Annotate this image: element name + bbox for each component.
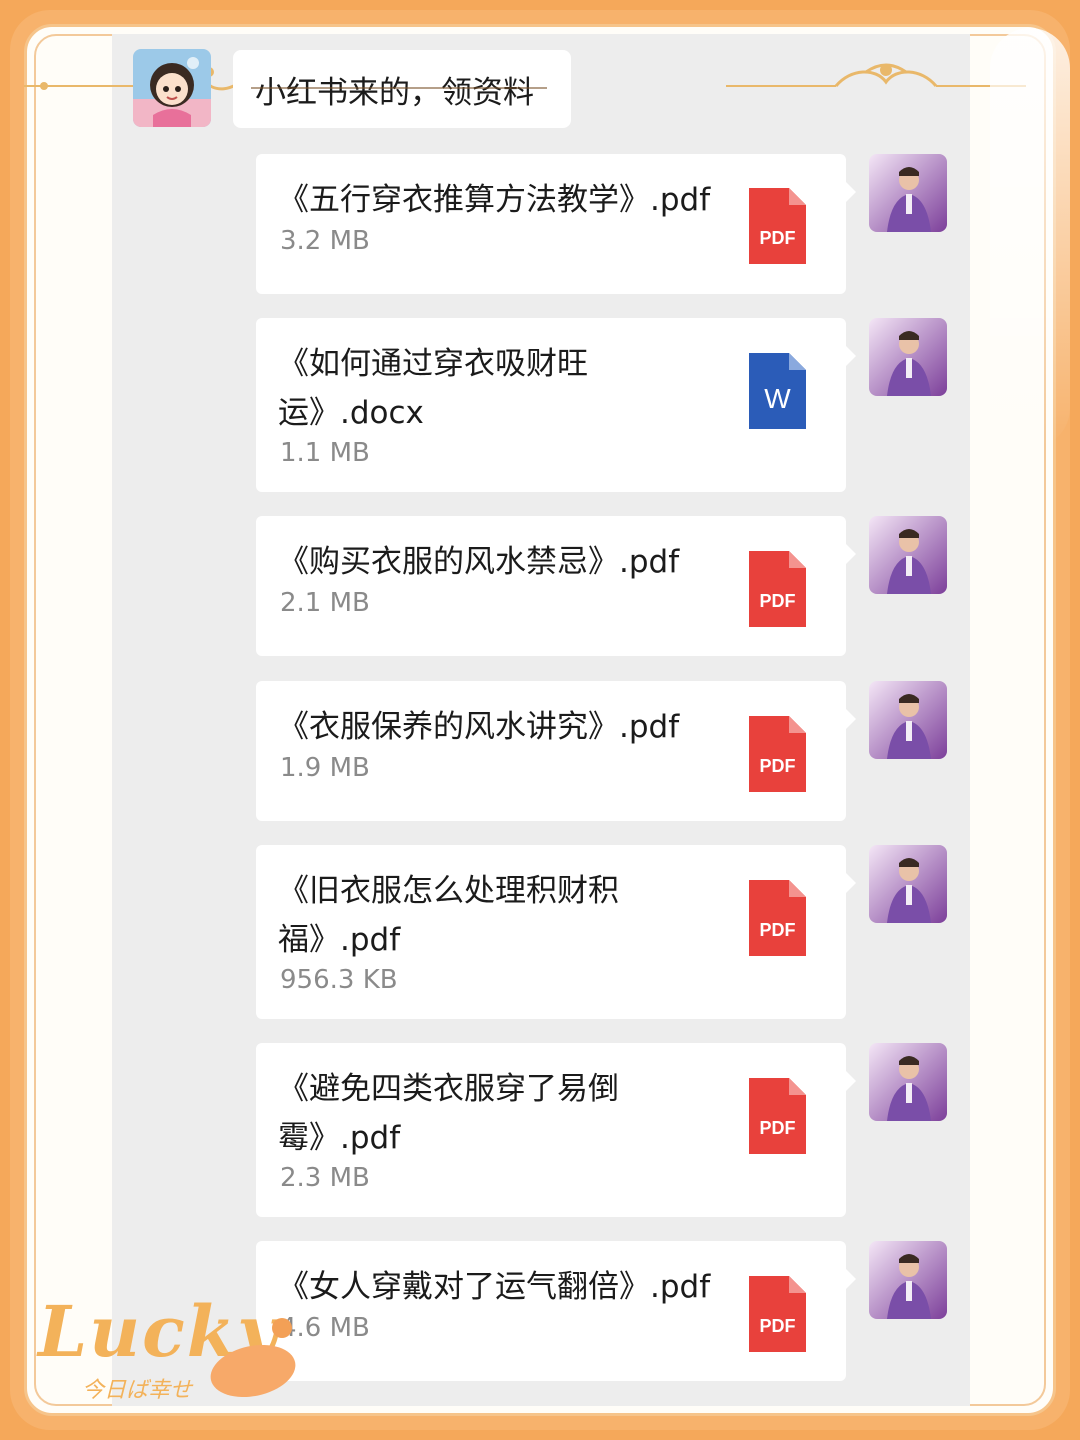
pdf-file-icon: PDF	[749, 716, 806, 792]
file-type-label: PDF	[759, 756, 796, 776]
orange-dot-decoration	[272, 1318, 292, 1338]
man-purple-suit-avatar[interactable]	[869, 318, 947, 396]
file-type-label: W	[764, 383, 791, 414]
file-type-label: PDF	[759, 1316, 796, 1336]
file-name: 《女人穿戴对了运气翻倍》.pdf	[278, 1269, 711, 1305]
file-message-card[interactable]: 《女人穿戴对了运气翻倍》.pdf 4.6 MB PDF	[256, 1241, 856, 1381]
pdf-file-icon: PDF	[749, 551, 806, 627]
file-type-label: PDF	[759, 228, 796, 248]
file-message-card[interactable]: 《衣服保养的风水讲究》.pdf 1.9 MB PDF	[256, 681, 856, 821]
file-name: 《如何通过穿衣吸财旺运》.docx	[278, 346, 588, 431]
file-name: 《避免四类衣服穿了易倒霉》.pdf	[278, 1071, 619, 1156]
pdf-file-icon: PDF	[749, 880, 806, 956]
pdf-file-icon: PDF	[749, 188, 806, 264]
word-file-icon: W	[749, 353, 806, 429]
pdf-file-icon: PDF	[749, 1276, 806, 1352]
file-name: 《购买衣服的风水禁忌》.pdf	[278, 544, 680, 580]
file-message-card[interactable]: 《如何通过穿衣吸财旺运》.docx 1.1 MB W	[256, 318, 856, 492]
file-message-card[interactable]: 《避免四类衣服穿了易倒霉》.pdf 2.3 MB PDF	[256, 1043, 856, 1217]
cartoon-girl-avatar[interactable]	[133, 49, 211, 127]
lucky-subtext: 今日ば幸せ	[82, 1378, 193, 1403]
man-purple-suit-avatar[interactable]	[869, 516, 947, 594]
file-type-label: PDF	[759, 1118, 796, 1138]
file-message-card[interactable]: 《购买衣服的风水禁忌》.pdf 2.1 MB PDF	[256, 516, 856, 656]
man-purple-suit-avatar[interactable]	[869, 845, 947, 923]
right-ornament-icon	[726, 63, 1026, 88]
file-name: 《五行穿衣推算方法教学》.pdf	[278, 182, 711, 218]
file-size: 2.3 MB	[280, 1163, 370, 1193]
file-size: 2.1 MB	[280, 588, 370, 618]
file-message-card[interactable]: 《五行穿衣推算方法教学》.pdf 3.2 MB PDF	[256, 154, 856, 294]
file-size: 1.9 MB	[280, 753, 370, 783]
man-purple-suit-avatar[interactable]	[869, 681, 947, 759]
pdf-file-icon: PDF	[749, 1078, 806, 1154]
file-name: 《衣服保养的风水讲究》.pdf	[278, 709, 680, 745]
man-purple-suit-avatar[interactable]	[869, 1241, 947, 1319]
file-type-label: PDF	[759, 591, 796, 611]
incoming-message-text: 小红书来的，领资料	[255, 74, 534, 111]
file-name: 《旧衣服怎么处理积财积福》.pdf	[278, 873, 619, 958]
ornament-line-overlay	[251, 87, 547, 89]
file-size: 1.1 MB	[280, 438, 370, 468]
file-size: 3.2 MB	[280, 226, 370, 256]
man-purple-suit-avatar[interactable]	[869, 154, 947, 232]
file-size: 956.3 KB	[280, 965, 398, 995]
incoming-message-bubble[interactable]: 小红书来的，领资料	[233, 50, 571, 128]
man-purple-suit-avatar[interactable]	[869, 1043, 947, 1121]
light-glare-decoration	[990, 28, 1070, 448]
file-type-label: PDF	[759, 920, 796, 940]
file-message-card[interactable]: 《旧衣服怎么处理积财积福》.pdf 956.3 KB PDF	[256, 845, 856, 1019]
